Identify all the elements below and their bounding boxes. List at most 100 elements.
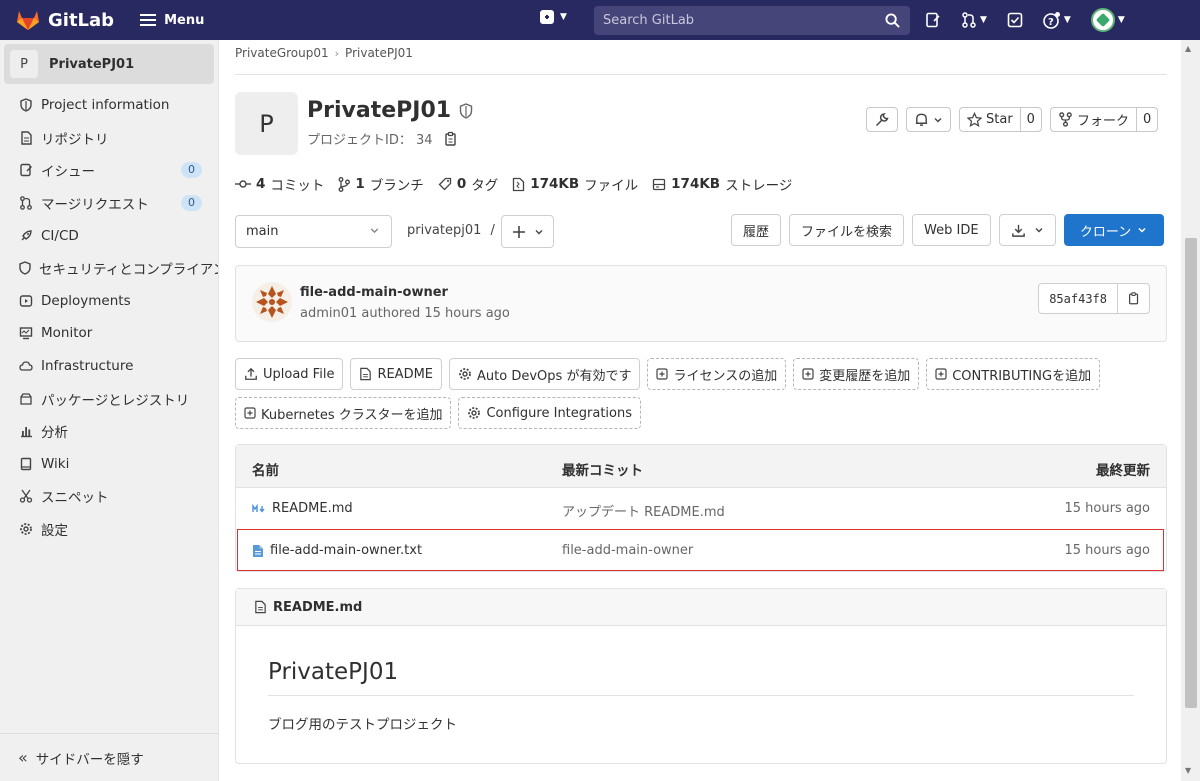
sidebar-item-settings[interactable]: 設定 (0, 513, 218, 546)
add-changelog-button[interactable]: 変更履歴を追加 (793, 358, 920, 390)
sidebar-project-avatar: P (10, 50, 38, 78)
commits-stat[interactable]: 4 コミット (235, 174, 324, 194)
quick-actions-row-1: Upload File README Auto DevOps が有効です ライセ… (235, 358, 1101, 390)
sidebar-project-header[interactable]: P PrivatePJ01 (4, 44, 214, 84)
add-to-tree-button[interactable] (501, 215, 554, 248)
readme-button[interactable]: README (350, 358, 443, 390)
new-dropdown-button[interactable]: ▼ (540, 10, 567, 24)
sidebar-item-label: Monitor (41, 325, 93, 342)
repo-root-link[interactable]: privatepj01 (407, 223, 481, 238)
fork-button[interactable]: フォーク 0 (1049, 107, 1159, 132)
text-file-icon (253, 544, 263, 557)
table-row[interactable]: README.md アップデート README.md 15 hours ago (236, 488, 1166, 530)
sidebar-item-analytics[interactable]: 分析 (0, 415, 218, 448)
clone-label: クローン (1079, 224, 1132, 240)
file-commit-message[interactable]: アップデート README.md (562, 501, 725, 520)
table-row[interactable]: file-add-main-owner.txt file-add-main-ow… (236, 530, 1166, 572)
package-icon (18, 391, 34, 407)
chevron-down-icon (535, 229, 542, 234)
breadcrumb-group-link[interactable]: PrivateGroup01 (235, 46, 329, 60)
sidebar-item-ci-cd[interactable]: CI/CD (0, 219, 218, 252)
sidebar-item-infrastructure[interactable]: Infrastructure (0, 350, 218, 383)
breadcrumb-project-link[interactable]: PrivatePJ01 (345, 46, 413, 60)
todos-top-button[interactable] (1007, 12, 1023, 28)
add-contributing-label: CONTRIBUTINGを追加 (952, 368, 1092, 384)
add-kubernetes-cluster-button[interactable]: Kubernetes クラスターを追加 (235, 397, 452, 429)
merge-requests-top-button[interactable]: ▼ (961, 12, 987, 28)
file-updated-time: 15 hours ago (1064, 543, 1150, 558)
commits-count: 4 (256, 176, 266, 192)
find-file-button[interactable]: ファイルを検索 (789, 214, 905, 246)
tags-stat[interactable]: 0 タグ (438, 174, 498, 194)
history-button[interactable]: 履歴 (731, 214, 782, 246)
hide-sidebar-button[interactable]: « サイドバーを隠す (0, 733, 218, 781)
readme-body-text: ブログ用のテストプロジェクト (268, 717, 457, 733)
fork-count[interactable]: 0 (1135, 108, 1157, 131)
chevron-down-icon: ▼ (980, 15, 987, 25)
star-button[interactable]: Star 0 (959, 107, 1042, 132)
gitlab-logo[interactable]: GitLab (16, 9, 114, 31)
scroll-down-arrow-icon[interactable]: ▼ (1185, 766, 1191, 775)
files-label: ファイル (584, 178, 639, 194)
scrollbar-thumb[interactable] (1185, 238, 1197, 708)
settings-wrench-button[interactable] (866, 107, 898, 132)
path-separator: / (490, 223, 495, 238)
readme-filename-link[interactable]: README.md (273, 600, 362, 615)
copy-sha-button[interactable] (1117, 284, 1149, 313)
sidebar-item-label: Infrastructure (41, 358, 134, 375)
auto-devops-button[interactable]: Auto DevOps が有効です (449, 358, 641, 390)
branch-selector[interactable]: main (235, 215, 392, 248)
upload-file-button[interactable]: Upload File (235, 358, 344, 390)
plus-square-icon (656, 368, 669, 380)
copy-icon[interactable] (443, 131, 459, 147)
file-commit-message[interactable]: file-add-main-owner (562, 543, 693, 558)
sidebar-item-wiki[interactable]: Wiki (0, 448, 218, 481)
storage-stat[interactable]: 174KB ストレージ (652, 174, 792, 194)
download-button[interactable] (998, 214, 1056, 246)
sidebar-item-repository[interactable]: リポジトリ (0, 122, 218, 155)
repo-action-buttons: 履歴 ファイルを検索 Web IDE クローン (731, 214, 1164, 246)
sidebar-item-project-information[interactable]: Project information (0, 89, 218, 122)
help-top-button[interactable]: ? ▼ (1043, 11, 1071, 29)
chart-icon (18, 423, 34, 439)
notification-button[interactable] (906, 107, 951, 132)
sidebar-item-deployments[interactable]: Deployments (0, 285, 218, 318)
sidebar-item-merge-requests[interactable]: マージリクエスト 0 (0, 187, 218, 220)
commits-label: コミット (270, 178, 325, 194)
file-name-link[interactable]: README.md (252, 501, 353, 516)
sidebar-item-snippets[interactable]: スニペット (0, 480, 218, 513)
clone-button[interactable]: クローン (1063, 214, 1164, 246)
sidebar-item-issues[interactable]: イシュー 0 (0, 154, 218, 187)
chevron-right-icon: › (334, 46, 340, 60)
sidebar-item-packages[interactable]: パッケージとレジストリ (0, 382, 218, 415)
table-header: 名前 最新コミット 最終更新 (236, 445, 1166, 488)
configure-integrations-button[interactable]: Configure Integrations (458, 397, 642, 429)
search-icon[interactable] (885, 13, 900, 28)
search-box[interactable] (594, 6, 910, 35)
scroll-up-arrow-icon[interactable]: ▲ (1185, 44, 1191, 53)
commit-meta: admin01 authored 15 hours ago (300, 306, 510, 321)
web-ide-button[interactable]: Web IDE (912, 214, 991, 246)
branches-stat[interactable]: 1 ブランチ (338, 174, 424, 194)
plus-square-icon (935, 368, 947, 380)
private-shield-icon (459, 102, 473, 119)
commit-author-avatar[interactable] (252, 282, 292, 322)
menu-button[interactable]: Menu (140, 11, 204, 29)
user-menu-button[interactable]: ▼ (1090, 8, 1125, 32)
sidebar-item-label: イシュー (41, 164, 95, 181)
sidebar-item-label: セキュリティとコンプライアンス (39, 262, 218, 279)
commit-sha[interactable]: 85af43f8 (1039, 284, 1117, 313)
add-contributing-button[interactable]: CONTRIBUTINGを追加 (926, 358, 1101, 390)
commit-title-link[interactable]: file-add-main-owner (300, 285, 448, 300)
files-stat[interactable]: 174KB ファイル (512, 174, 638, 194)
scissors-icon (18, 488, 34, 504)
file-name-link[interactable]: file-add-main-owner.txt (252, 543, 422, 558)
chevron-down-icon: ▼ (1117, 15, 1125, 25)
add-license-button[interactable]: ライセンスの追加 (647, 358, 787, 390)
search-input[interactable] (603, 13, 873, 28)
last-commit-panel: file-add-main-owner admin01 authored 15 … (235, 265, 1167, 342)
issues-top-button[interactable] (925, 12, 941, 28)
sidebar-item-security[interactable]: セキュリティとコンプライアンス (0, 252, 218, 285)
sidebar-item-monitor[interactable]: Monitor (0, 317, 218, 350)
star-count[interactable]: 0 (1019, 108, 1041, 131)
